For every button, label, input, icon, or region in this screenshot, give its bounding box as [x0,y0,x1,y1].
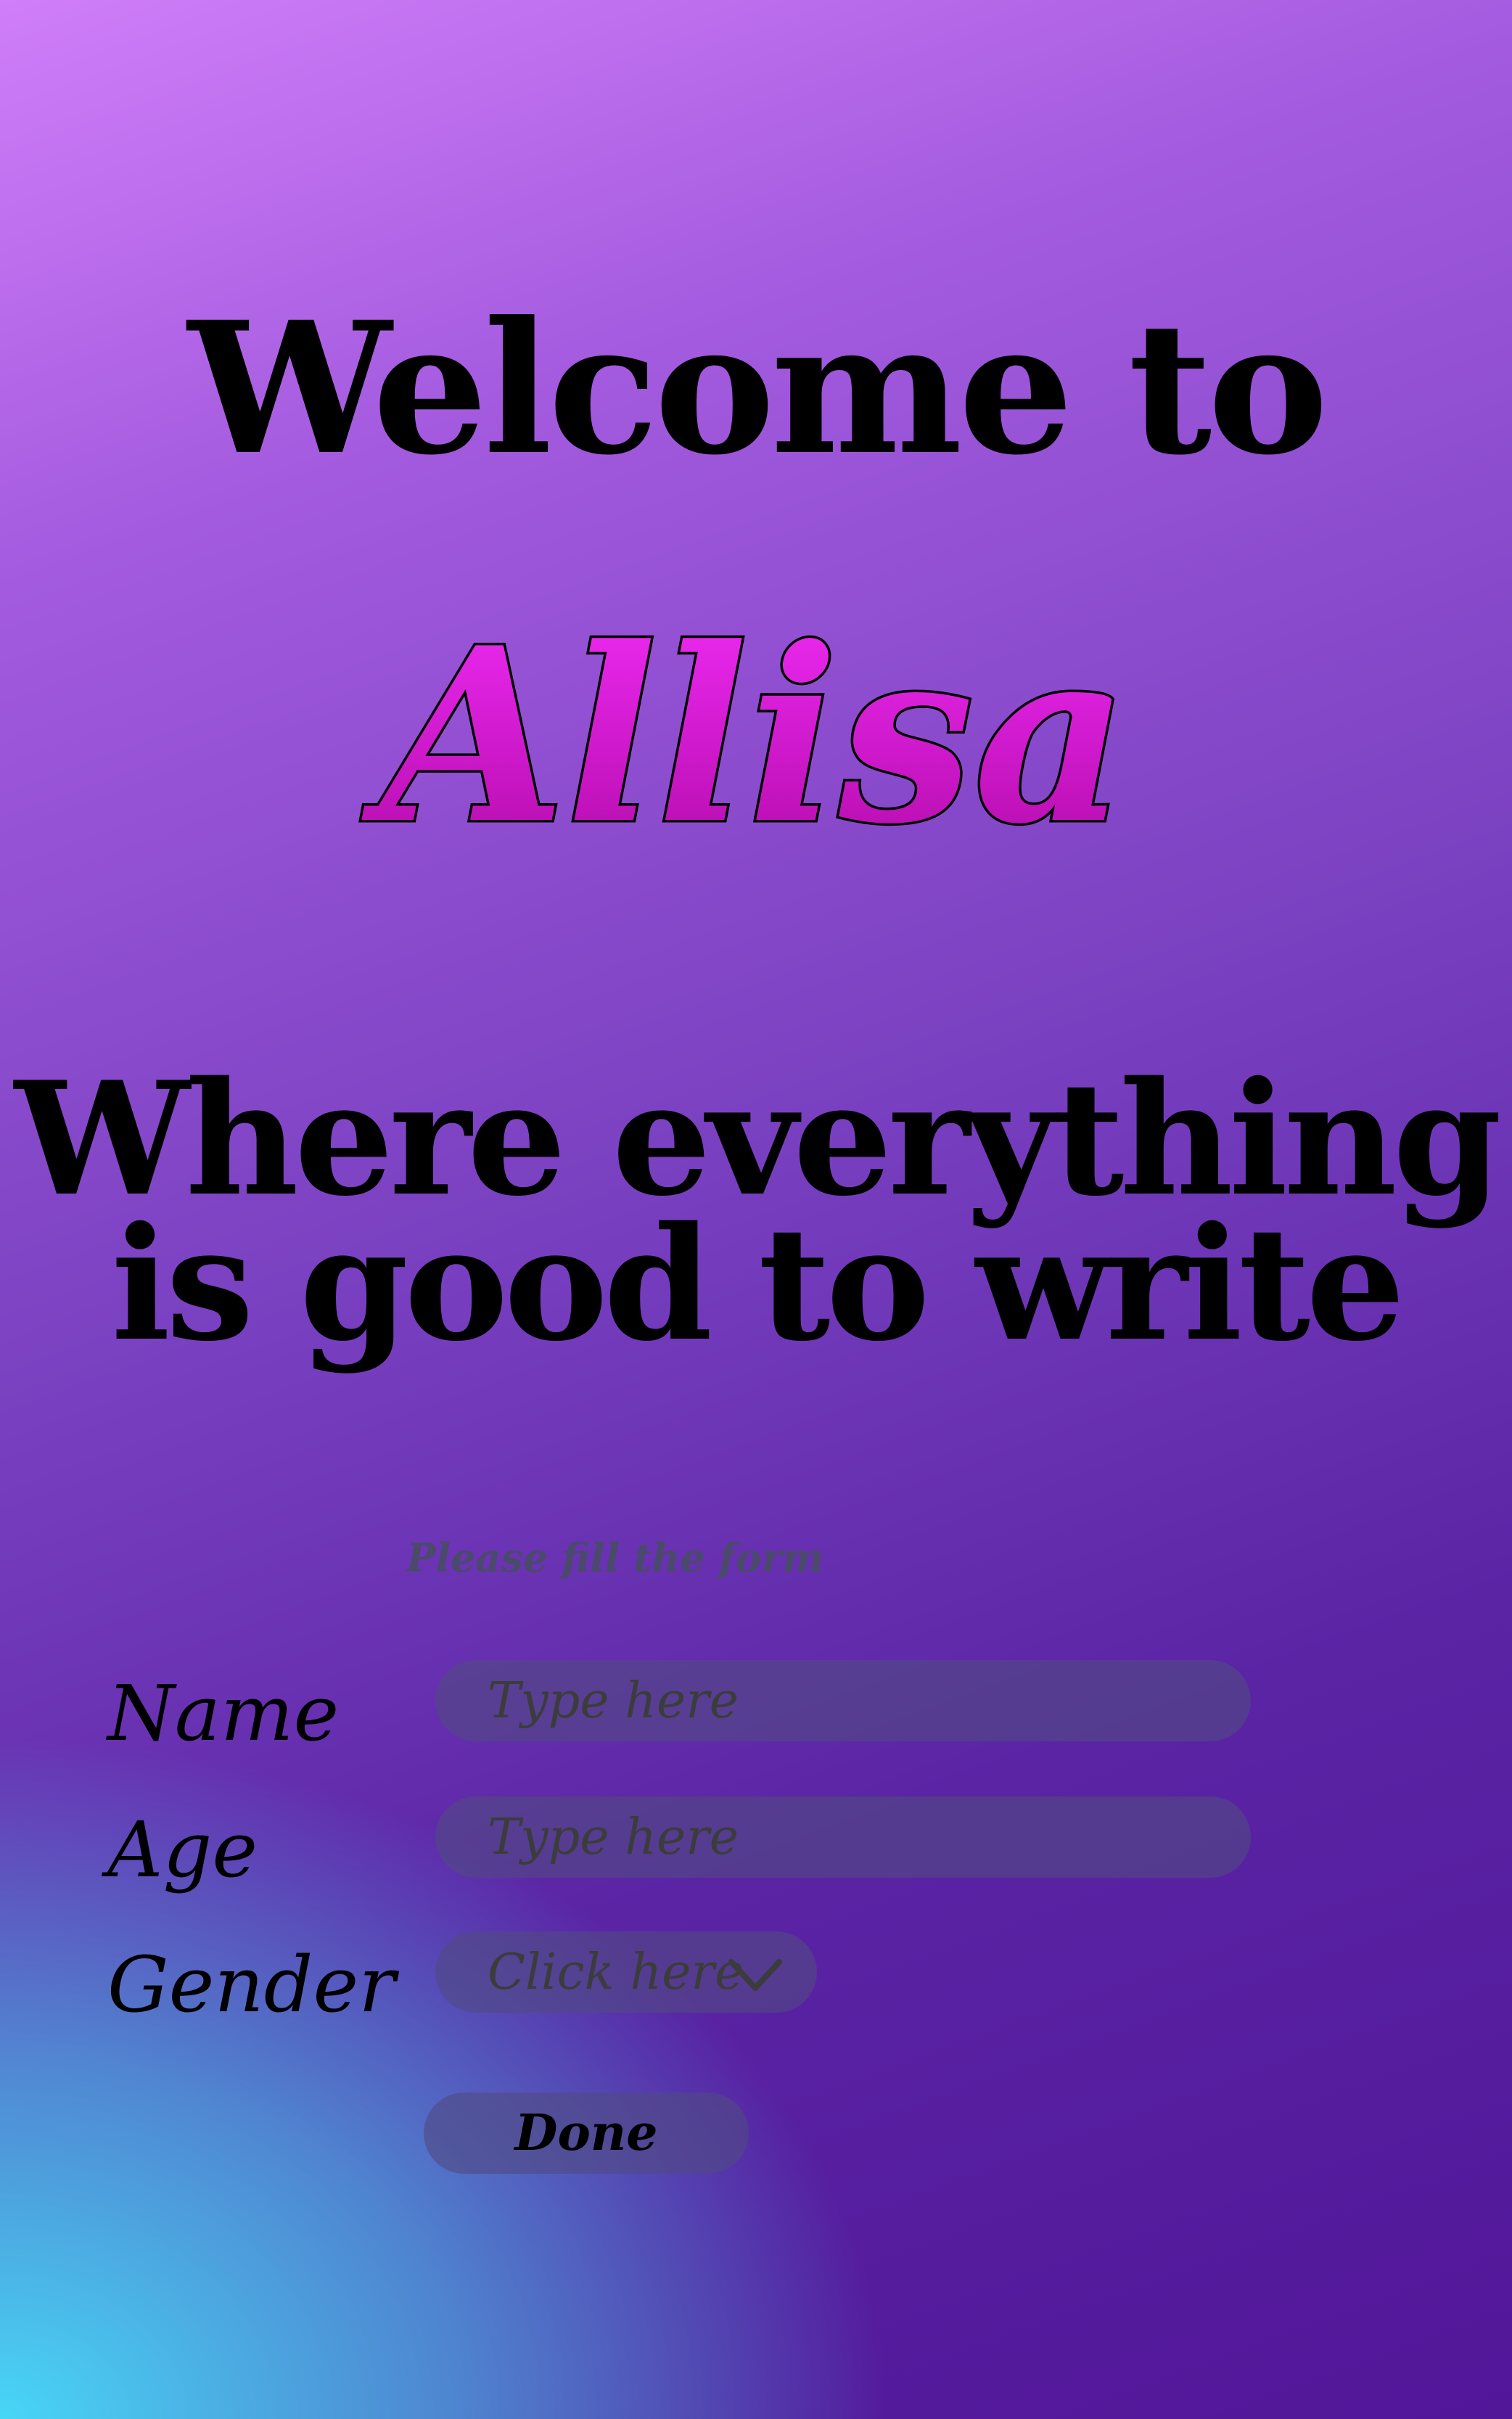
gender-label: Gender [107,1940,395,2029]
name-field[interactable] [435,1660,1251,1741]
welcome-heading: Welcome to [187,282,1328,495]
age-label: Age [107,1805,258,1894]
brand-name: Allisa [361,595,1129,876]
done-button[interactable]: Done [424,2093,749,2174]
brand-logo: Allisa [319,559,1190,936]
age-input[interactable] [435,1796,1251,1878]
age-field[interactable] [435,1796,1251,1878]
gender-selected-value: Click here [488,1943,744,2001]
tagline-line-1: Where everything [14,1047,1502,1231]
gender-select[interactable]: Click here [435,1931,817,2013]
name-input[interactable] [435,1660,1251,1741]
chevron-down-icon[interactable] [727,1958,784,1994]
name-label: Name [107,1669,340,1758]
form-hint: Please fill the form [406,1535,824,1581]
tagline: Where everything is good to write [0,1047,1512,1376]
tagline-line-2: is good to write [111,1192,1405,1376]
